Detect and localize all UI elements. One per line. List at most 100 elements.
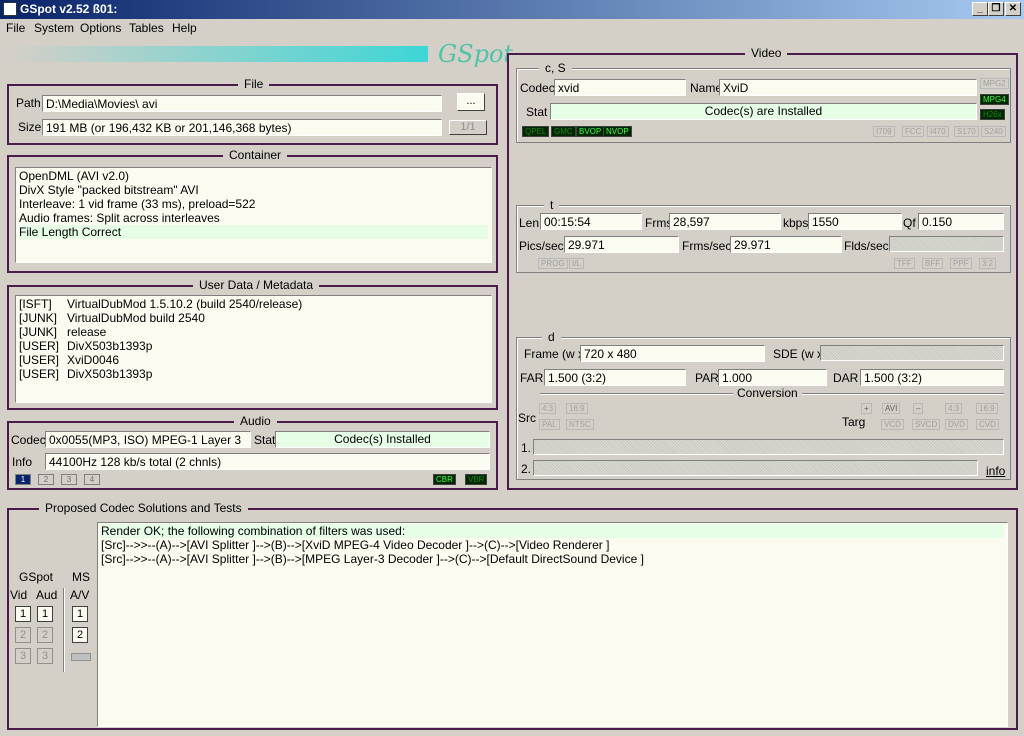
metadata-tag: [USER]: [19, 339, 60, 353]
qf-field: 0.150: [918, 213, 1004, 230]
audio-stream-1[interactable]: 1: [15, 474, 31, 485]
targ-plus-button[interactable]: +: [861, 403, 872, 414]
audio-panel-title: Audio: [234, 414, 277, 428]
minimize-button[interactable]: _: [972, 2, 988, 16]
audio-stream-4[interactable]: 4: [84, 474, 100, 485]
metadata-tag: [JUNK]: [19, 311, 58, 325]
video-stat-field: Codec(s) are Installed: [550, 103, 977, 120]
gmc-flag: GMC: [551, 126, 576, 137]
window-title: GSpot v2.52 ß01:: [20, 2, 118, 16]
targ-dvd-button[interactable]: DVD: [945, 419, 968, 430]
dar-label: DAR: [833, 371, 859, 385]
dar-field: 1.500 (3:2): [860, 369, 1004, 386]
path-label: Path: [16, 96, 41, 110]
audio-stat-label: Stat: [254, 433, 276, 447]
title-bar: GSpot v2.52 ß01: _ ❐ ✕: [0, 0, 1024, 19]
prog-flag: PROG: [538, 258, 568, 269]
maximize-button[interactable]: ❐: [988, 2, 1004, 16]
h26x-flag: H26x: [980, 109, 1005, 120]
gspot-label: GSpot: [19, 570, 54, 584]
frame-label: Frame (w x: [524, 347, 584, 361]
metadata-value: VirtualDubMod build 2540: [67, 311, 205, 325]
menu-tables[interactable]: Tables: [129, 21, 164, 35]
pics-per-sec-field: 29.971: [564, 236, 679, 253]
targ-avi-button[interactable]: AVI: [882, 403, 901, 414]
qf-label: Qf: [903, 216, 916, 230]
src-ntsc-button[interactable]: NTSC: [566, 419, 594, 430]
tff-flag: TFF: [894, 258, 915, 269]
conversion-row-2-field: [533, 460, 978, 476]
page-counter[interactable]: 1/1: [449, 120, 487, 135]
size-label: Size: [18, 120, 42, 134]
cbr-flag: CBR: [433, 474, 456, 485]
vid-label: Vid: [10, 588, 28, 602]
result-line: [Src]-->>--(A)-->[AVI Splitter ]-->(B)--…: [101, 538, 610, 552]
menu-file[interactable]: File: [6, 21, 25, 35]
far-label: FAR: [520, 371, 544, 385]
menu-bar: File System Options Tables Help: [0, 19, 1024, 38]
targ-16-9-button[interactable]: 16:9: [976, 403, 998, 414]
audio-stream-2[interactable]: 2: [38, 474, 54, 485]
gspot-banner-bar: [8, 46, 428, 62]
video-panel: Video c, S Codec xvid Name XviD MPG2 Sta…: [507, 46, 1018, 490]
dimensions-section: d Frame (w x 720 x 480 SDE (w x FAR 1.50…: [516, 330, 1011, 480]
info-link[interactable]: info: [986, 464, 1005, 478]
i709-flag: I709: [873, 126, 895, 137]
targ-minus-button[interactable]: –: [913, 403, 924, 414]
vbr-flag: VBR: [465, 474, 488, 485]
path-field[interactable]: D:\Media\Movies\ avi: [42, 95, 442, 112]
sde-field: [820, 345, 1004, 361]
vid-test-2-button[interactable]: 2: [15, 627, 31, 643]
s170-flag: S170: [954, 126, 979, 137]
file-panel: File Path D:\Media\Movies\ avi ... Size …: [7, 77, 498, 145]
av-test-1-button[interactable]: 1: [72, 606, 88, 622]
src-16-9-button[interactable]: 16:9: [566, 403, 588, 414]
aud-label: Aud: [36, 588, 58, 602]
aud-test-3-button[interactable]: 3: [37, 648, 53, 664]
aud-test-1-button[interactable]: 1: [37, 606, 53, 622]
audio-codec-label: Codec: [11, 433, 46, 447]
list-item: [USER] DivX503b1393p: [19, 339, 488, 353]
src-pal-button[interactable]: PAL: [539, 419, 560, 430]
metadata-tag: [USER]: [19, 367, 60, 381]
video-stat-label: Stat: [526, 105, 548, 119]
sde-label: SDE (w x: [773, 347, 824, 361]
av-label: A/V: [70, 588, 90, 602]
kbps-label: kbps: [783, 216, 809, 230]
frms-per-sec-label: Frms/sec: [682, 239, 732, 253]
browse-button[interactable]: ...: [457, 93, 485, 111]
s240-flag: S240: [981, 126, 1006, 137]
render-results-list: Render OK; the following combination of …: [97, 522, 1008, 727]
targ-svcd-button[interactable]: SVCD: [912, 419, 941, 430]
menu-options[interactable]: Options: [80, 21, 121, 35]
kbps-field: 1550: [808, 213, 902, 230]
aud-test-2-button[interactable]: 2: [37, 627, 53, 643]
vid-test-1-button[interactable]: 1: [15, 606, 31, 622]
video-name-field: XviD: [719, 79, 977, 96]
container-panel: Container OpenDML (AVI v2.0) DivX Style …: [7, 148, 498, 273]
mpg4-flag: MPG4: [980, 94, 1009, 105]
par-label: PAR: [695, 371, 719, 385]
list-item: Interleave: 1 vid frame (33 ms), preload…: [19, 197, 256, 211]
targ-4-3-button[interactable]: 4:3: [945, 403, 963, 414]
audio-stream-3[interactable]: 3: [61, 474, 77, 485]
interlaced-flag: I/L: [569, 258, 584, 269]
targ-vcd-button[interactable]: VCD: [881, 419, 904, 430]
video-name-label: Name: [690, 81, 723, 95]
close-button[interactable]: ✕: [1005, 2, 1021, 16]
list-item: [ISFT] VirtualDubMod 1.5.10.2 (build 2540…: [19, 297, 488, 311]
list-item: OpenDML (AVI v2.0): [19, 169, 130, 183]
targ-cvd-button[interactable]: CVD: [976, 419, 999, 430]
metadata-value: VirtualDubMod 1.5.10.2 (build 2540/relea…: [67, 297, 303, 311]
menu-help[interactable]: Help: [172, 21, 197, 35]
ppf-flag: PPF: [950, 258, 972, 269]
menu-system[interactable]: System: [34, 21, 74, 35]
gspot-logo: GSpot: [438, 40, 514, 68]
audio-codec-field: 0x0055(MP3, ISO) MPEG-1 Layer 3: [45, 431, 251, 448]
av-test-2-button[interactable]: 2: [72, 627, 88, 643]
src-4-3-button[interactable]: 4:3: [539, 403, 557, 414]
video-codec-field: xvid: [554, 79, 686, 96]
gspot-ms-divider: [63, 588, 65, 672]
mpg2-flag: MPG2: [980, 78, 1009, 89]
vid-test-3-button[interactable]: 3: [15, 648, 31, 664]
